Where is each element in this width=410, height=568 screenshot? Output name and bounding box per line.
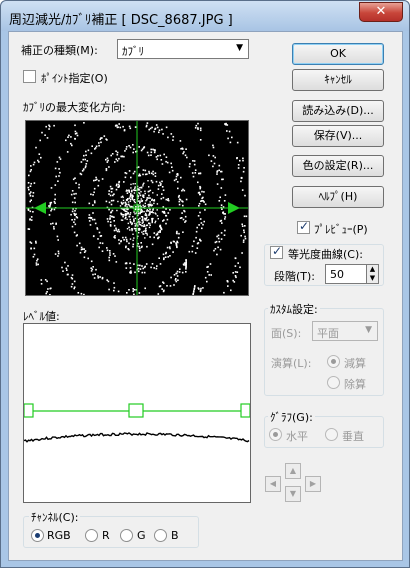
color-setting-button[interactable]: 色の設定(R)... — [292, 155, 384, 177]
operation-label: 演算(L): — [271, 357, 312, 370]
dialog-client-area: 補正の種類(M): ｶﾌﾞﾘ ▼ ﾎﾟｲﾝﾄ指定(O) ｶﾌﾞﾘの最大変化方向:… — [8, 31, 403, 561]
max-change-direction-label: ｶﾌﾞﾘの最大変化方向: — [23, 101, 126, 114]
preview-checkbox[interactable] — [297, 219, 310, 234]
level-handle-right — [240, 403, 251, 418]
graph-vertical-label: 垂直 — [342, 430, 364, 443]
spin-up-icon[interactable]: ▲ — [367, 265, 378, 274]
level-handle-left — [23, 403, 34, 418]
operation-subtract-label: 減算 — [344, 357, 366, 370]
fog-direction-preview[interactable] — [25, 120, 249, 296]
graph-group-title: ｸﾞﾗﾌ(G): — [268, 409, 315, 425]
cancel-button[interactable]: ｷｬﾝｾﾙ — [292, 69, 384, 91]
contour-label: 等光度曲線(C): — [286, 246, 365, 262]
correction-type-value: ｶﾌﾞﾘ — [122, 45, 144, 58]
channel-b-label: B — [171, 529, 179, 542]
nav-up-button[interactable]: ▲ — [285, 463, 301, 479]
step-input[interactable]: 50 — [325, 264, 367, 284]
nav-left-button[interactable]: ◀ — [265, 476, 281, 492]
chevron-down-icon: ▼ — [365, 325, 372, 335]
step-spinner[interactable]: ▲ ▼ — [366, 264, 379, 284]
channel-g-radio[interactable] — [120, 529, 133, 542]
operation-subtract-radio[interactable] — [327, 355, 340, 368]
ok-button[interactable]: OK — [292, 43, 384, 65]
graph-horizontal-radio[interactable] — [269, 428, 282, 441]
surface-label: 面(S): — [271, 327, 302, 340]
step-value: 50 — [330, 268, 344, 281]
channel-r-label: R — [102, 529, 110, 542]
surface-value: 平面 — [317, 327, 339, 340]
save-button[interactable]: 保存(V)... — [292, 125, 384, 147]
level-graph[interactable] — [23, 323, 251, 503]
contour-checkbox[interactable] — [270, 244, 283, 259]
point-specify-label: ﾎﾟｲﾝﾄ指定(O) — [41, 72, 108, 85]
arrow-right-icon: ▶ — [309, 479, 317, 488]
contour-preview-image — [26, 121, 248, 296]
spin-down-icon[interactable]: ▼ — [367, 274, 378, 283]
level-value-label: ﾚﾍﾞﾙ値: — [23, 310, 60, 323]
channel-b-radio[interactable] — [154, 529, 167, 542]
nav-down-button[interactable]: ▼ — [285, 486, 301, 502]
channel-rgb-label: RGB — [47, 529, 71, 542]
arrow-up-icon: ▲ — [289, 466, 297, 475]
help-button[interactable]: ﾍﾙﾌﾟ(H) — [292, 186, 384, 208]
load-button[interactable]: 読み込み(D)... — [292, 100, 384, 122]
close-button[interactable]: ✕ — [359, 2, 403, 22]
preview-label: ﾌﾟﾚﾋﾞｭｰ(P) — [314, 223, 368, 236]
title-bar[interactable]: 周辺減光/ｶﾌﾞﾘ補正 [ DSC_8687.JPG ] ✕ — [1, 1, 409, 31]
operation-divide-label: 除算 — [344, 378, 366, 391]
correction-type-label: 補正の種類(M): — [21, 44, 98, 57]
nav-right-button[interactable]: ▶ — [305, 476, 321, 492]
correction-type-dropdown[interactable]: ｶﾌﾞﾘ ▼ — [117, 39, 249, 59]
step-label: 段階(T): — [274, 270, 316, 283]
channel-rgb-radio[interactable] — [31, 529, 44, 542]
point-specify-checkbox[interactable] — [23, 70, 36, 83]
right-direction-arrow-icon — [228, 202, 240, 214]
chevron-down-icon: ▼ — [236, 43, 243, 53]
level-handle-center — [128, 403, 144, 418]
left-direction-arrow-icon — [34, 202, 46, 214]
channel-group-title: ﾁｬﾝﾈﾙ(C): — [29, 509, 81, 525]
window-title: 周辺減光/ｶﾌﾞﾘ補正 [ DSC_8687.JPG ] — [9, 13, 233, 28]
graph-vertical-radio[interactable] — [325, 428, 338, 441]
level-curve-graph — [23, 403, 251, 443]
surface-dropdown[interactable]: 平面 ▼ — [312, 321, 378, 341]
channel-g-label: G — [137, 529, 146, 542]
graph-horizontal-label: 水平 — [286, 430, 308, 443]
arrow-down-icon: ▼ — [289, 489, 297, 498]
brightness-profile-curve — [23, 432, 250, 443]
custom-settings-title: ｶｽﾀﾑ設定: — [268, 301, 320, 317]
arrow-left-icon: ◀ — [269, 479, 277, 488]
channel-r-radio[interactable] — [85, 529, 98, 542]
operation-divide-radio[interactable] — [327, 376, 340, 389]
dialog-window: 周辺減光/ｶﾌﾞﾘ補正 [ DSC_8687.JPG ] ✕ 補正の種類(M):… — [0, 0, 410, 568]
